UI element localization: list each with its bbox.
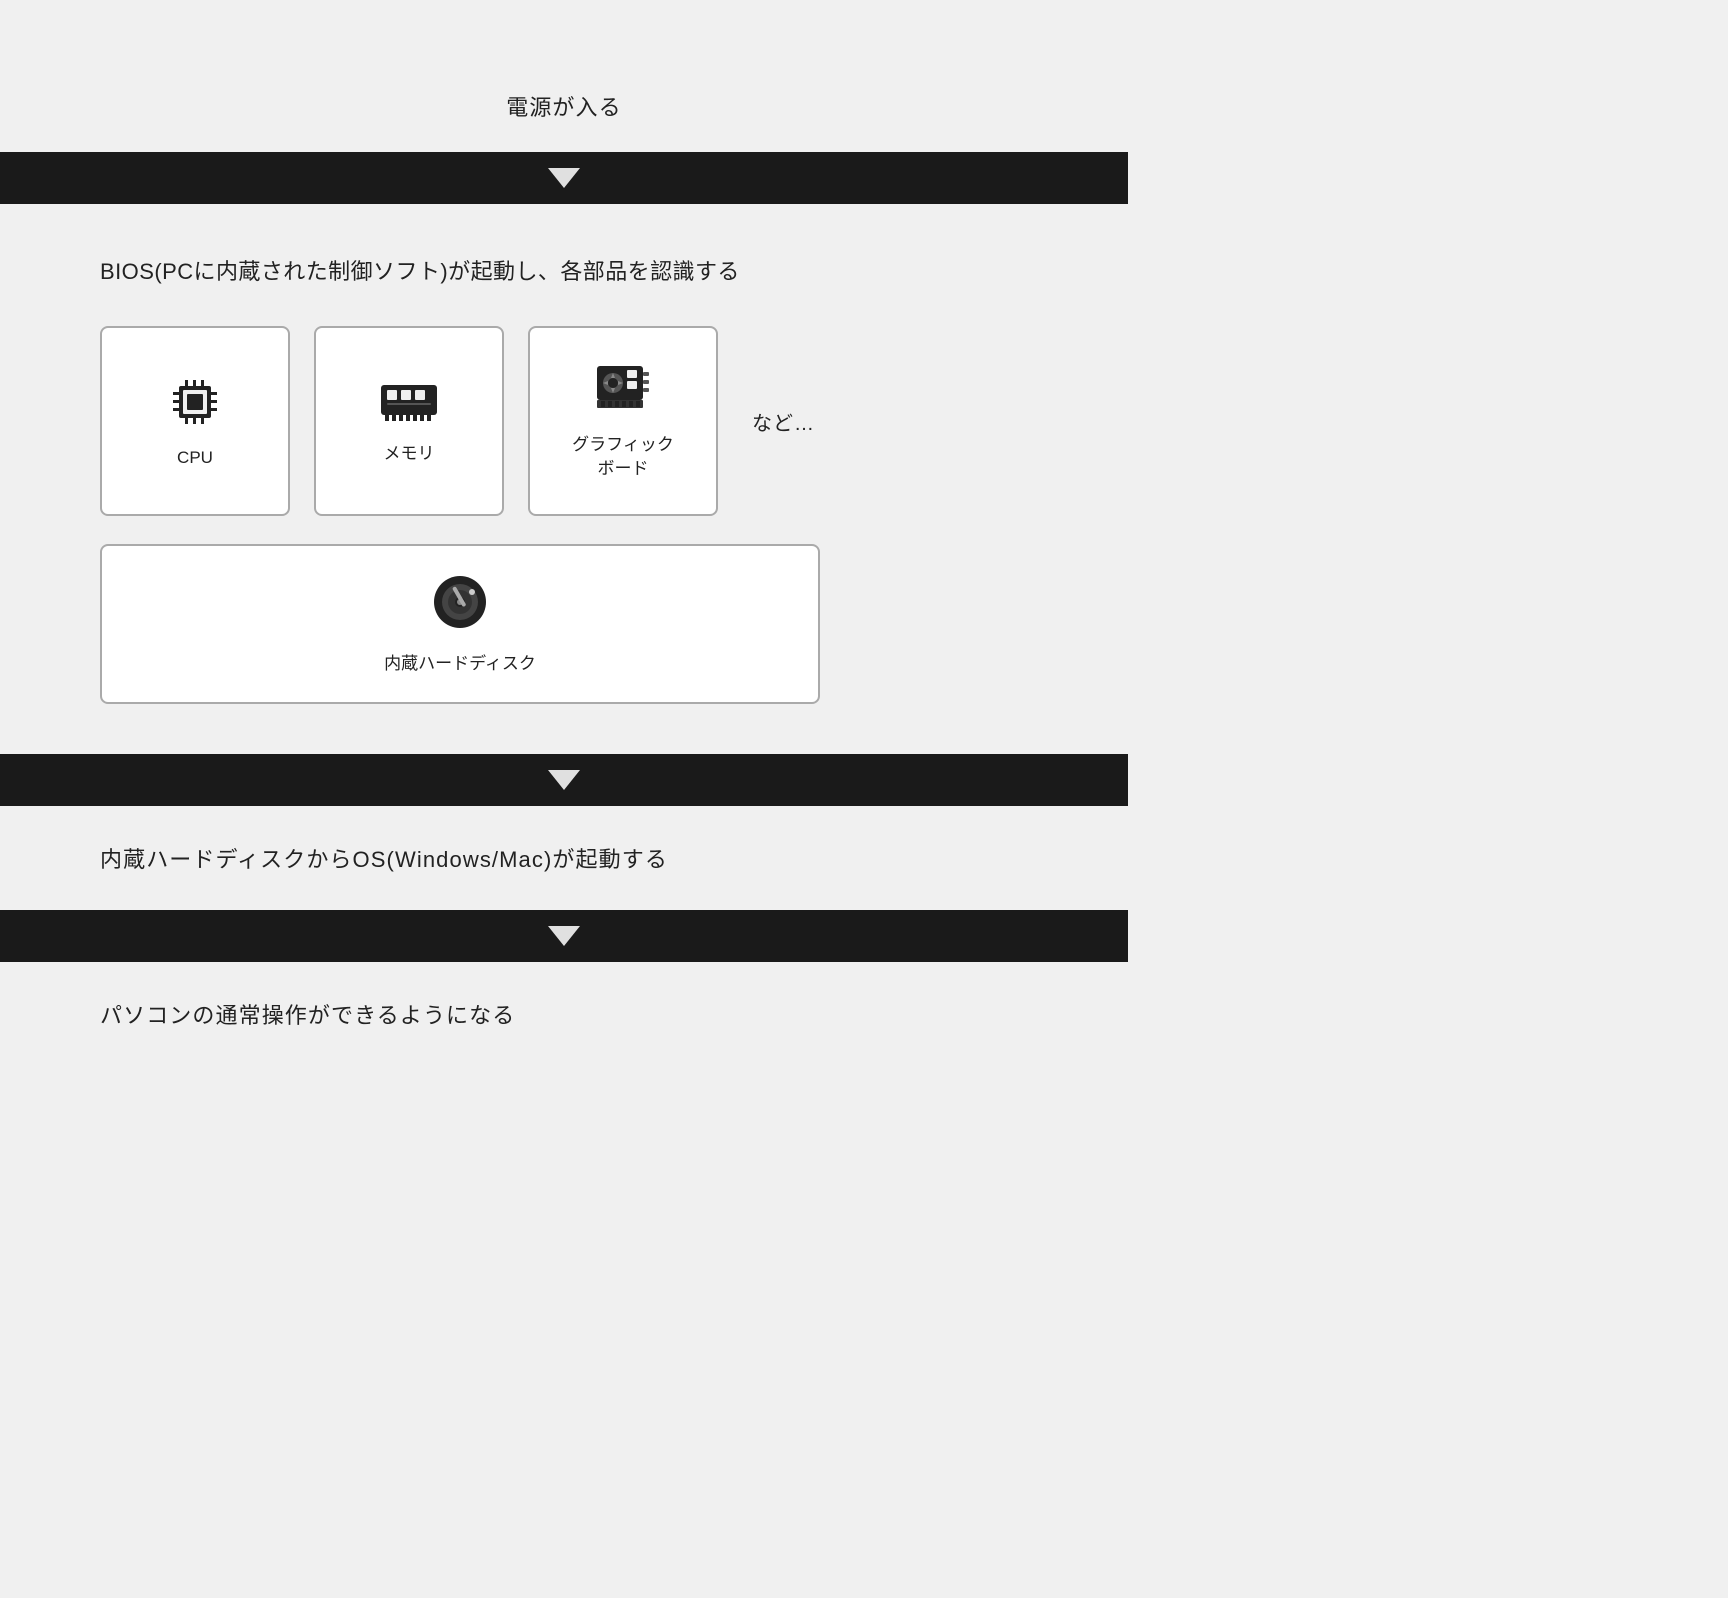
bios-section: BIOS(PCに内蔵された制御ソフト)が起動し、各部品を認識する [0,204,1128,754]
arrow-down-icon-1 [548,168,580,188]
step4-label: パソコンの通常操作ができるようになる [100,998,515,1030]
arrow-bar-1 [0,152,1128,204]
arrow-down-icon-3 [548,926,580,946]
step1-label: 電源が入る [506,60,622,152]
arrow-down-icon-2 [548,770,580,790]
arrow-bar-2 [0,754,1128,806]
components-row: CPU [100,326,815,516]
cpu-icon [165,372,225,432]
gpu-card: グラフィック ボード [528,326,718,516]
hdd-label: 内蔵ハードディスク [384,649,536,674]
bios-title: BIOS(PCに内蔵された制御ソフト)が起動し、各部品を認識する [100,254,740,286]
step3-label: 内蔵ハードディスクからOS(Windows/Mac)が起動する [100,842,668,874]
gpu-icon [593,362,653,419]
memory-card: メモリ [314,326,504,516]
cpu-label: CPU [177,446,213,470]
memory-label: メモリ [384,442,435,466]
cpu-card: CPU [100,326,290,516]
page-wrapper: 電源が入る BIOS(PCに内蔵された制御ソフト)が起動し、各部品を認識する [0,0,1128,1126]
step4-row: パソコンの通常操作ができるようになる [0,962,1128,1066]
hdd-icon [432,574,488,635]
step3-row: 内蔵ハードディスクからOS(Windows/Mac)が起動する [0,806,1128,910]
memory-icon [379,377,439,428]
gpu-label: グラフィック ボード [572,433,674,481]
nado-label: など… [752,407,815,436]
hdd-card: 内蔵ハードディスク [100,544,820,704]
arrow-bar-3 [0,910,1128,962]
